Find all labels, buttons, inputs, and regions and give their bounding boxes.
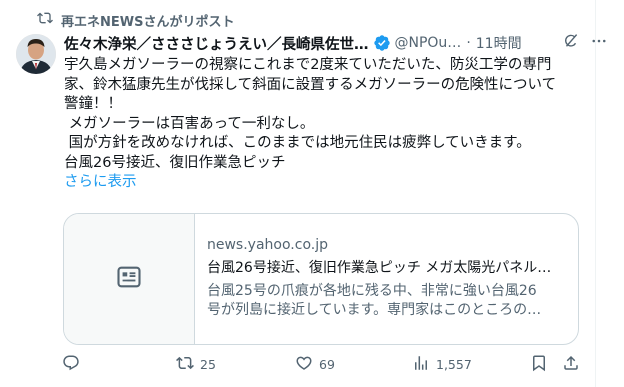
post-text-line: 警鐘！！ [64, 96, 122, 112]
header-separator: · [466, 35, 471, 51]
post-action-bar: 25 69 1,557 [56, 354, 586, 376]
post-text-line: 家、鈴木猛康先生が伐採して斜面に設置するメガソーラーの危険性について [64, 76, 557, 93]
header-actions [562, 32, 608, 54]
analytics-icon [412, 354, 430, 375]
link-preview-card[interactable]: news.yahoo.co.jp 台風26号接近、復旧作業急ピッチ メガ太陽光パ… [63, 213, 579, 345]
card-thumbnail[interactable] [64, 214, 195, 344]
share-button[interactable] [562, 354, 580, 375]
repost-count: 25 [200, 357, 216, 372]
repost-action-icon [176, 354, 194, 375]
timeline-right-border [595, 0, 596, 387]
like-button[interactable]: 69 [295, 354, 335, 375]
post-text-line: 宇久島メガソーラーの視察にこれまで2度来ていただいた、防災工学の専門 [64, 57, 552, 73]
grok-icon[interactable] [562, 32, 580, 54]
show-more-link[interactable]: さらに表示 [64, 173, 584, 193]
repost-label: 再エネNEWSさんがリポスト [61, 14, 235, 30]
reply-icon [62, 354, 80, 375]
bookmark-button[interactable] [530, 354, 548, 375]
verified-badge-icon[interactable] [373, 34, 391, 52]
post-text-line: 台風26号接近、復旧作業急ピッチ [64, 154, 286, 171]
like-count: 69 [319, 357, 335, 372]
repost-indicator[interactable]: 再エネNEWSさんがリポスト [37, 10, 234, 30]
post-header: 佐々木浄栄／さささじょうえい／長崎県佐世… @NPOu… · 11時間 [64, 32, 608, 54]
more-options-icon[interactable] [590, 32, 608, 54]
repost-button[interactable]: 25 [176, 354, 216, 375]
post-text-line: メガソーラーは百害あって一利なし。 [64, 115, 315, 132]
bookmark-icon [530, 354, 548, 375]
post-text-line: 国が方針を改めなければ、このままでは地元住民は疲弊していきます。 [64, 135, 531, 151]
reply-button[interactable] [62, 354, 86, 375]
post-text: 宇久島メガソーラーの視察にこれまで2度来ていただいた、防災工学の専門 家、鈴木猛… [64, 56, 584, 193]
author-display-name[interactable]: 佐々木浄栄／さささじょうえい／長崎県佐世… [64, 33, 369, 54]
card-description: 台風25号の爪痕が各地に残る中、非常に強い台風26 号が列島に接近しています。専… [207, 282, 564, 320]
card-description-line: 号が列島に接近しています。専門家はこのところの… [207, 302, 542, 318]
share-icon [562, 354, 580, 375]
repost-icon [37, 10, 53, 30]
card-content: news.yahoo.co.jp 台風26号接近、復旧作業急ピッチ メガ太陽光パ… [195, 214, 578, 344]
card-title: 台風26号接近、復旧作業急ピッチ メガ太陽光パネル… [207, 260, 552, 276]
avatar[interactable] [16, 34, 56, 74]
view-count: 1,557 [436, 357, 472, 372]
article-icon [115, 263, 143, 295]
card-description-line: 台風25号の爪痕が各地に残る中、非常に強い台風26 [207, 283, 537, 299]
author-handle[interactable]: @NPOu… [395, 35, 462, 51]
card-domain: news.yahoo.co.jp [207, 237, 328, 253]
post-timestamp[interactable]: 11時間 [476, 33, 522, 53]
views-button[interactable]: 1,557 [412, 354, 472, 375]
heart-icon [295, 354, 313, 375]
